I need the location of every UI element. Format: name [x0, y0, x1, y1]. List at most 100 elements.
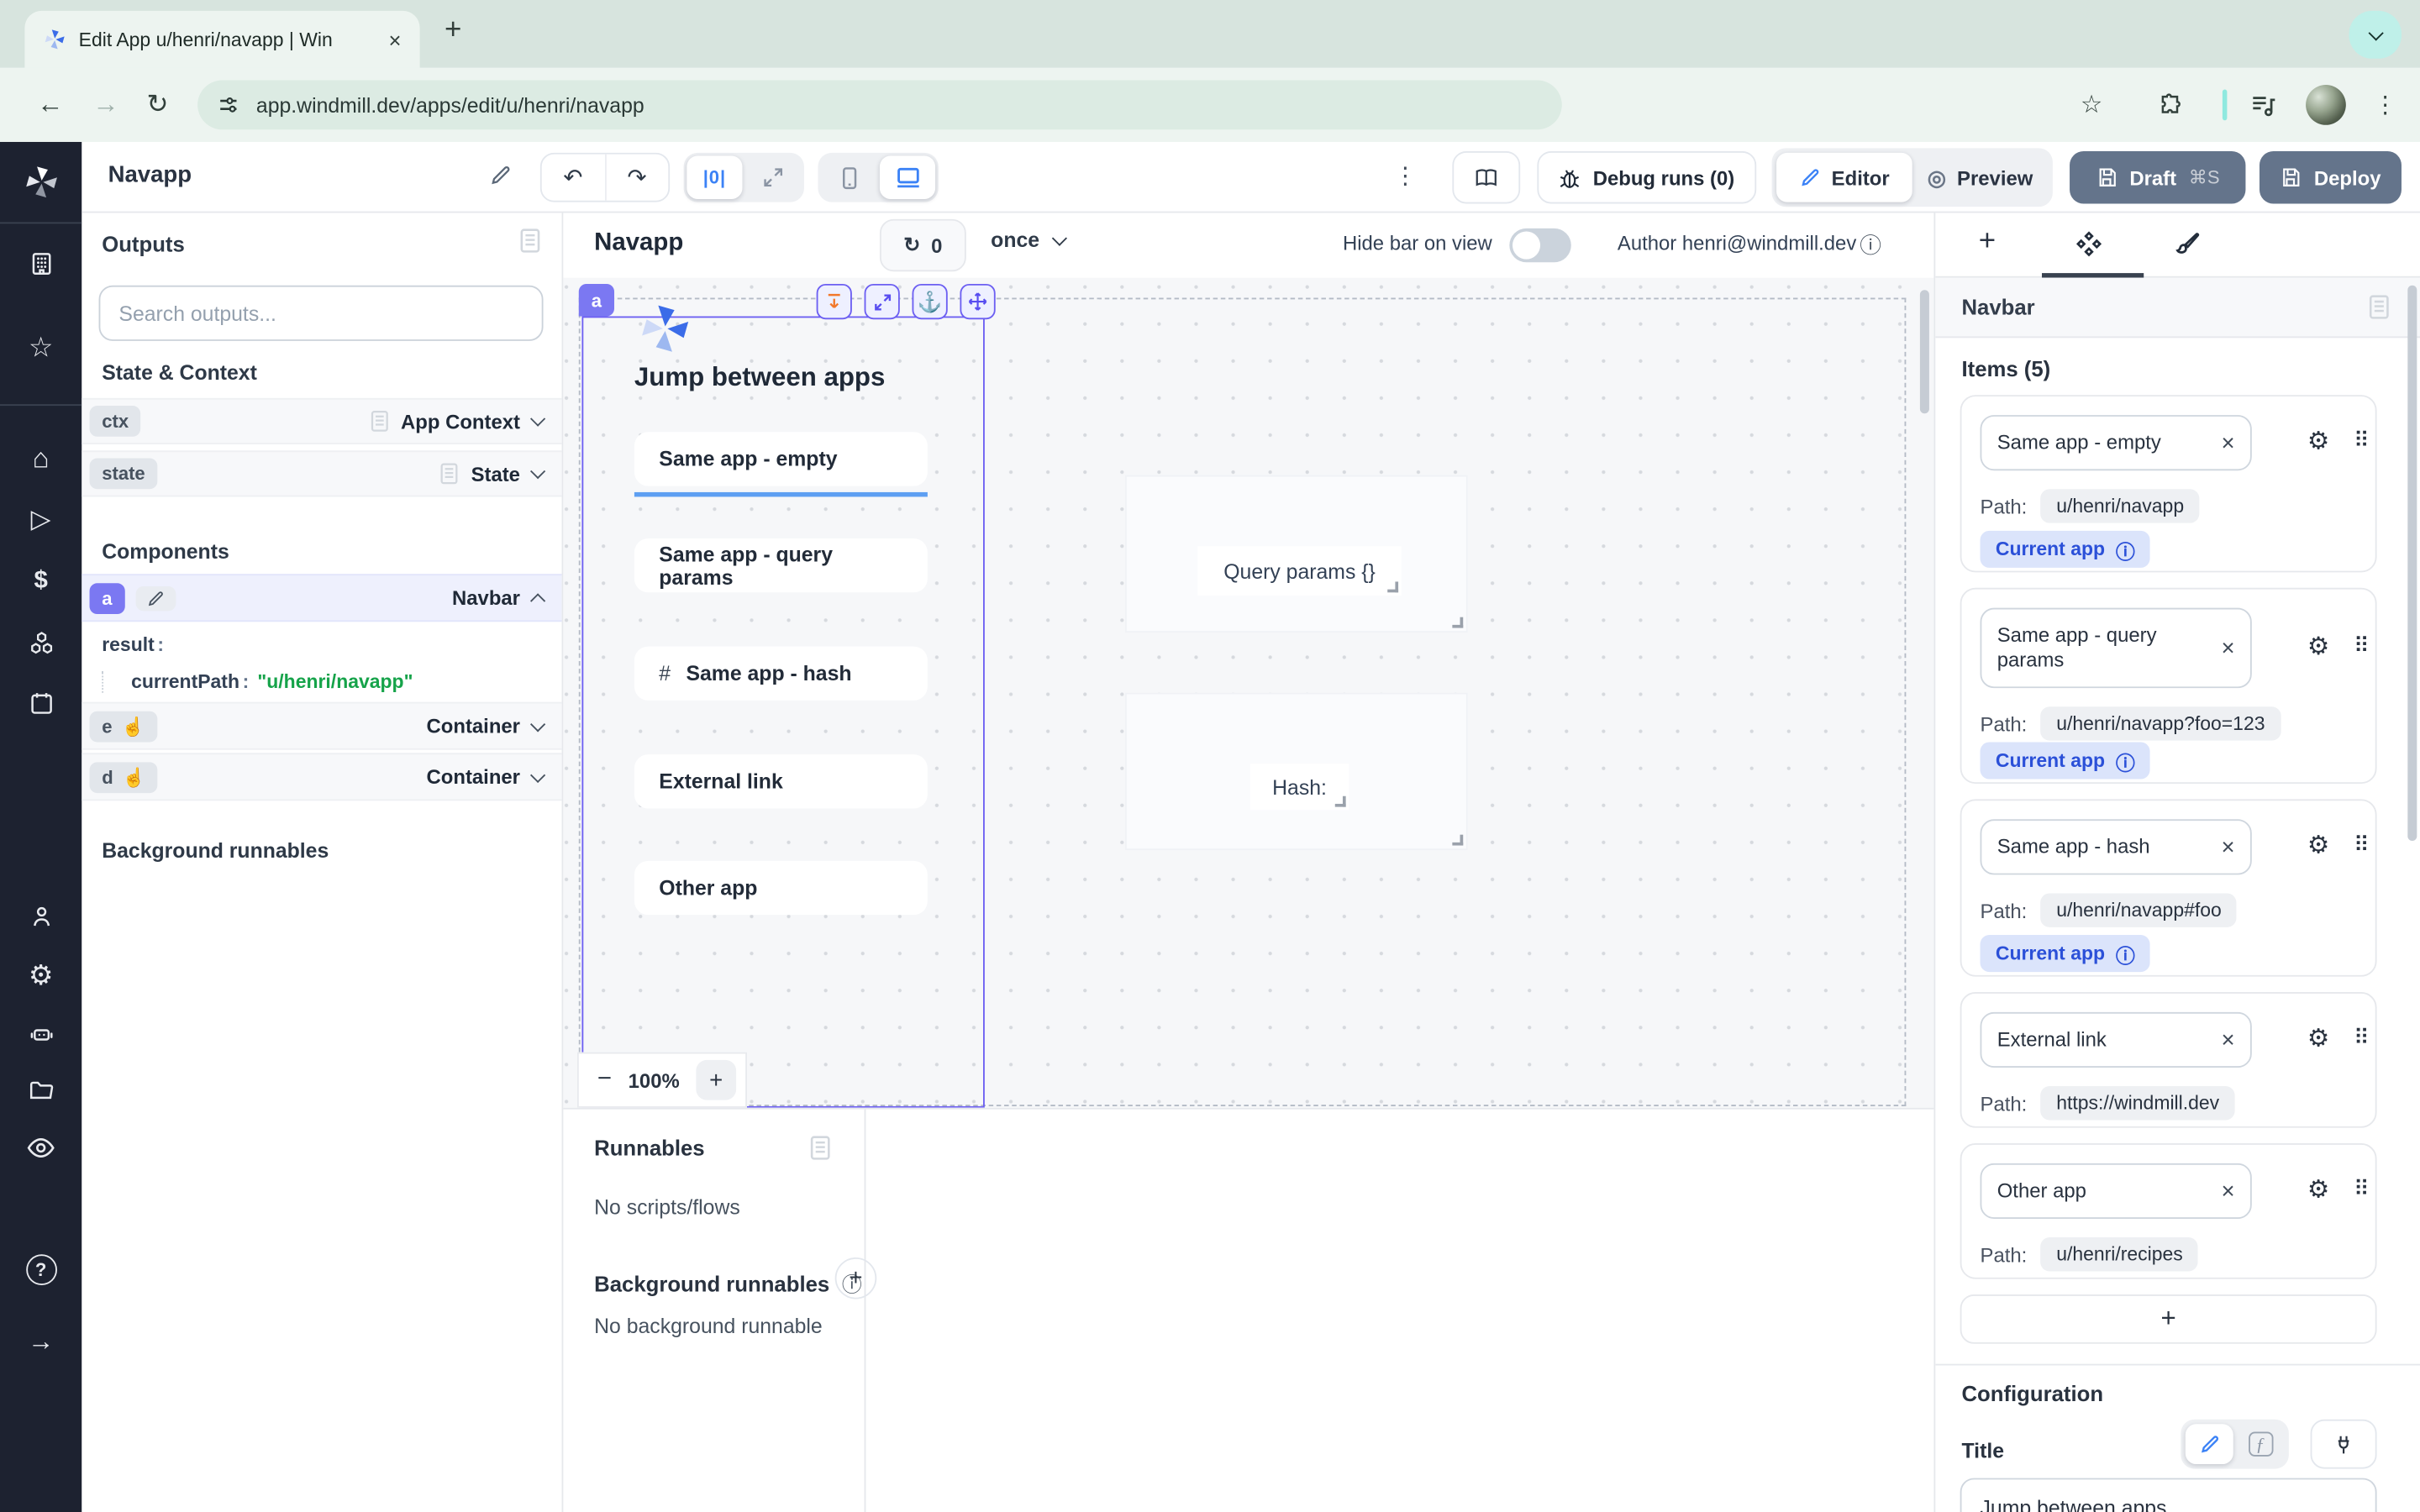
container-e-preview[interactable]: Query params {} — [1125, 475, 1468, 633]
container-d-row[interactable]: d☝ Container — [82, 753, 561, 801]
anchor-icon[interactable]: ⚓ — [913, 284, 948, 319]
zoom-out-button[interactable]: − — [597, 1066, 612, 1094]
info-icon[interactable]: ⓘ — [2116, 939, 2135, 969]
tab-preview[interactable]: ◎ Preview — [1912, 153, 2049, 202]
docs-book-button[interactable] — [1452, 151, 1520, 203]
tab-editor[interactable]: Editor — [1776, 153, 1912, 202]
item-settings-gear-icon[interactable]: ⚙ — [2307, 631, 2329, 662]
tab-close-icon[interactable]: × — [389, 27, 402, 51]
reload-icon[interactable]: ↻ — [146, 68, 168, 142]
item-settings-gear-icon[interactable]: ⚙ — [2307, 830, 2329, 861]
item-path-value[interactable]: u/henri/navapp — [2041, 489, 2200, 522]
fx-expression-icon[interactable]: ƒ — [2236, 1424, 2284, 1464]
hide-bar-toggle[interactable] — [1509, 228, 1570, 262]
workers-icon[interactable] — [0, 1020, 82, 1047]
canvas-scrollbar[interactable] — [1920, 290, 1929, 413]
panel-doc-icon[interactable] — [520, 228, 540, 253]
item-label-input[interactable]: Same app - empty × — [1981, 415, 2252, 470]
desktop-view-button[interactable] — [880, 156, 935, 199]
tab-insert-plus[interactable]: + — [1979, 225, 1996, 259]
redo-button[interactable]: ↷ — [604, 155, 668, 201]
item-settings-gear-icon[interactable]: ⚙ — [2307, 1023, 2329, 1054]
container-e-row[interactable]: e☝ Container — [82, 702, 561, 750]
tab-component-settings-icon[interactable] — [2075, 230, 2104, 260]
ctx-output-row[interactable]: ctx App Context — [82, 398, 561, 444]
item-label-input[interactable]: Other app × — [1981, 1163, 2252, 1219]
site-settings-icon[interactable] — [218, 94, 239, 116]
debug-runs-button[interactable]: Debug runs (0) — [1537, 151, 1756, 203]
bounded-width-button[interactable]: |0| — [687, 156, 742, 199]
connect-plug-icon[interactable] — [2311, 1420, 2377, 1469]
resize-handle[interactable] — [1387, 581, 1398, 592]
rename-app-pencil-icon[interactable] — [489, 164, 513, 187]
home-icon[interactable]: ⌂ — [0, 444, 82, 472]
windmill-logo-icon[interactable] — [0, 164, 82, 201]
query-params-text[interactable]: Query params {} — [1197, 546, 1401, 596]
selected-component-id-tag[interactable]: a — [579, 284, 614, 317]
title-value-input[interactable]: Jump between apps — [1960, 1478, 2377, 1512]
more-options-kebab-icon[interactable]: ⋮ — [1394, 162, 1418, 190]
add-background-runnable-button[interactable]: + — [835, 1257, 877, 1299]
favorites-star-icon[interactable]: ☆ — [0, 333, 82, 361]
item-settings-gear-icon[interactable]: ⚙ — [2307, 426, 2329, 457]
item-label-input[interactable]: External link × — [1981, 1012, 2252, 1068]
clear-icon[interactable]: × — [2212, 1026, 2234, 1053]
fullscreen-icon[interactable] — [865, 284, 900, 319]
forward-icon[interactable]: → — [92, 68, 118, 142]
nav-item-other-app[interactable]: Other app — [634, 861, 928, 915]
schedules-icon[interactable] — [0, 690, 82, 717]
tab-strip-collapse-button[interactable] — [2349, 11, 2402, 59]
item-drag-handle[interactable]: ⠿ — [2354, 1025, 2370, 1051]
nav-item-same-app-hash[interactable]: # Same app - hash — [634, 647, 928, 701]
hash-text[interactable]: Hash: — [1250, 764, 1349, 810]
expand-down-icon[interactable] — [817, 284, 852, 319]
resize-handle[interactable] — [1335, 796, 1346, 807]
refresh-count-button[interactable]: ↻ 0 — [880, 219, 966, 271]
info-icon[interactable]: ⓘ — [2116, 746, 2135, 775]
panel-doc-icon[interactable] — [810, 1136, 830, 1160]
edit-id-pencil-icon[interactable] — [135, 585, 176, 610]
save-draft-button[interactable]: Draft ⌘S — [2070, 151, 2245, 203]
search-outputs-input[interactable] — [99, 286, 544, 341]
clear-icon[interactable]: × — [2212, 430, 2234, 456]
mobile-view-button[interactable] — [821, 156, 876, 199]
container-d-preview[interactable]: Hash: — [1125, 693, 1468, 850]
users-icon[interactable] — [0, 902, 82, 930]
variables-icon[interactable]: $ — [0, 568, 82, 596]
item-path-value[interactable]: u/henri/recipes — [2041, 1237, 2198, 1271]
state-output-row[interactable]: state State — [82, 450, 561, 496]
panel-scrollbar[interactable] — [2407, 286, 2417, 841]
move-icon[interactable] — [960, 284, 995, 319]
tab-styling-brush-icon[interactable] — [2171, 230, 2201, 260]
navbar-component-row[interactable]: a Navbar — [82, 574, 561, 622]
item-settings-gear-icon[interactable]: ⚙ — [2307, 1174, 2329, 1205]
zoom-in-button[interactable]: + — [696, 1060, 736, 1100]
nav-item-same-app-query-params[interactable]: Same app - query params — [634, 538, 928, 592]
item-drag-handle[interactable]: ⠿ — [2354, 832, 2370, 858]
collapse-sidebar-arrow-icon[interactable]: → — [0, 1328, 82, 1356]
author-info-icon[interactable]: ⓘ — [1860, 230, 1881, 261]
item-drag-handle[interactable]: ⠿ — [2354, 633, 2370, 659]
run-mode-dropdown[interactable]: once — [991, 228, 1064, 252]
clear-icon[interactable]: × — [2212, 1178, 2234, 1204]
static-value-pencil-icon[interactable] — [2186, 1424, 2233, 1464]
extensions-icon[interactable] — [2158, 68, 2182, 142]
deploy-button[interactable]: Deploy — [2260, 151, 2402, 203]
profile-avatar[interactable] — [2306, 85, 2346, 125]
clear-icon[interactable]: × — [2212, 834, 2234, 860]
add-item-button[interactable]: + — [1960, 1294, 2377, 1344]
address-bar[interactable]: app.windmill.dev/apps/edit/u/henri/navap… — [197, 81, 1562, 130]
back-icon[interactable]: ← — [37, 68, 63, 142]
media-controls-icon[interactable] — [2250, 68, 2276, 142]
settings-gear-icon[interactable]: ⚙ — [0, 961, 82, 989]
clear-icon[interactable]: × — [2212, 635, 2234, 661]
browser-menu-kebab-icon[interactable]: ⋮ — [2374, 68, 2397, 142]
navbar-result-json[interactable]: result: currentPath: "u/henri/navapp" — [102, 634, 413, 693]
undo-button[interactable]: ↶ — [542, 155, 604, 201]
item-path-value[interactable]: https://windmill.dev — [2041, 1086, 2235, 1120]
item-label-input[interactable]: Same app - hash × — [1981, 819, 2252, 874]
nav-item-same-app-empty[interactable]: Same app - empty — [634, 432, 928, 486]
item-label-input[interactable]: Same app - query params × — [1981, 608, 2252, 689]
info-icon[interactable]: ⓘ — [2116, 534, 2135, 564]
item-path-value[interactable]: u/henri/navapp#foo — [2041, 893, 2237, 927]
